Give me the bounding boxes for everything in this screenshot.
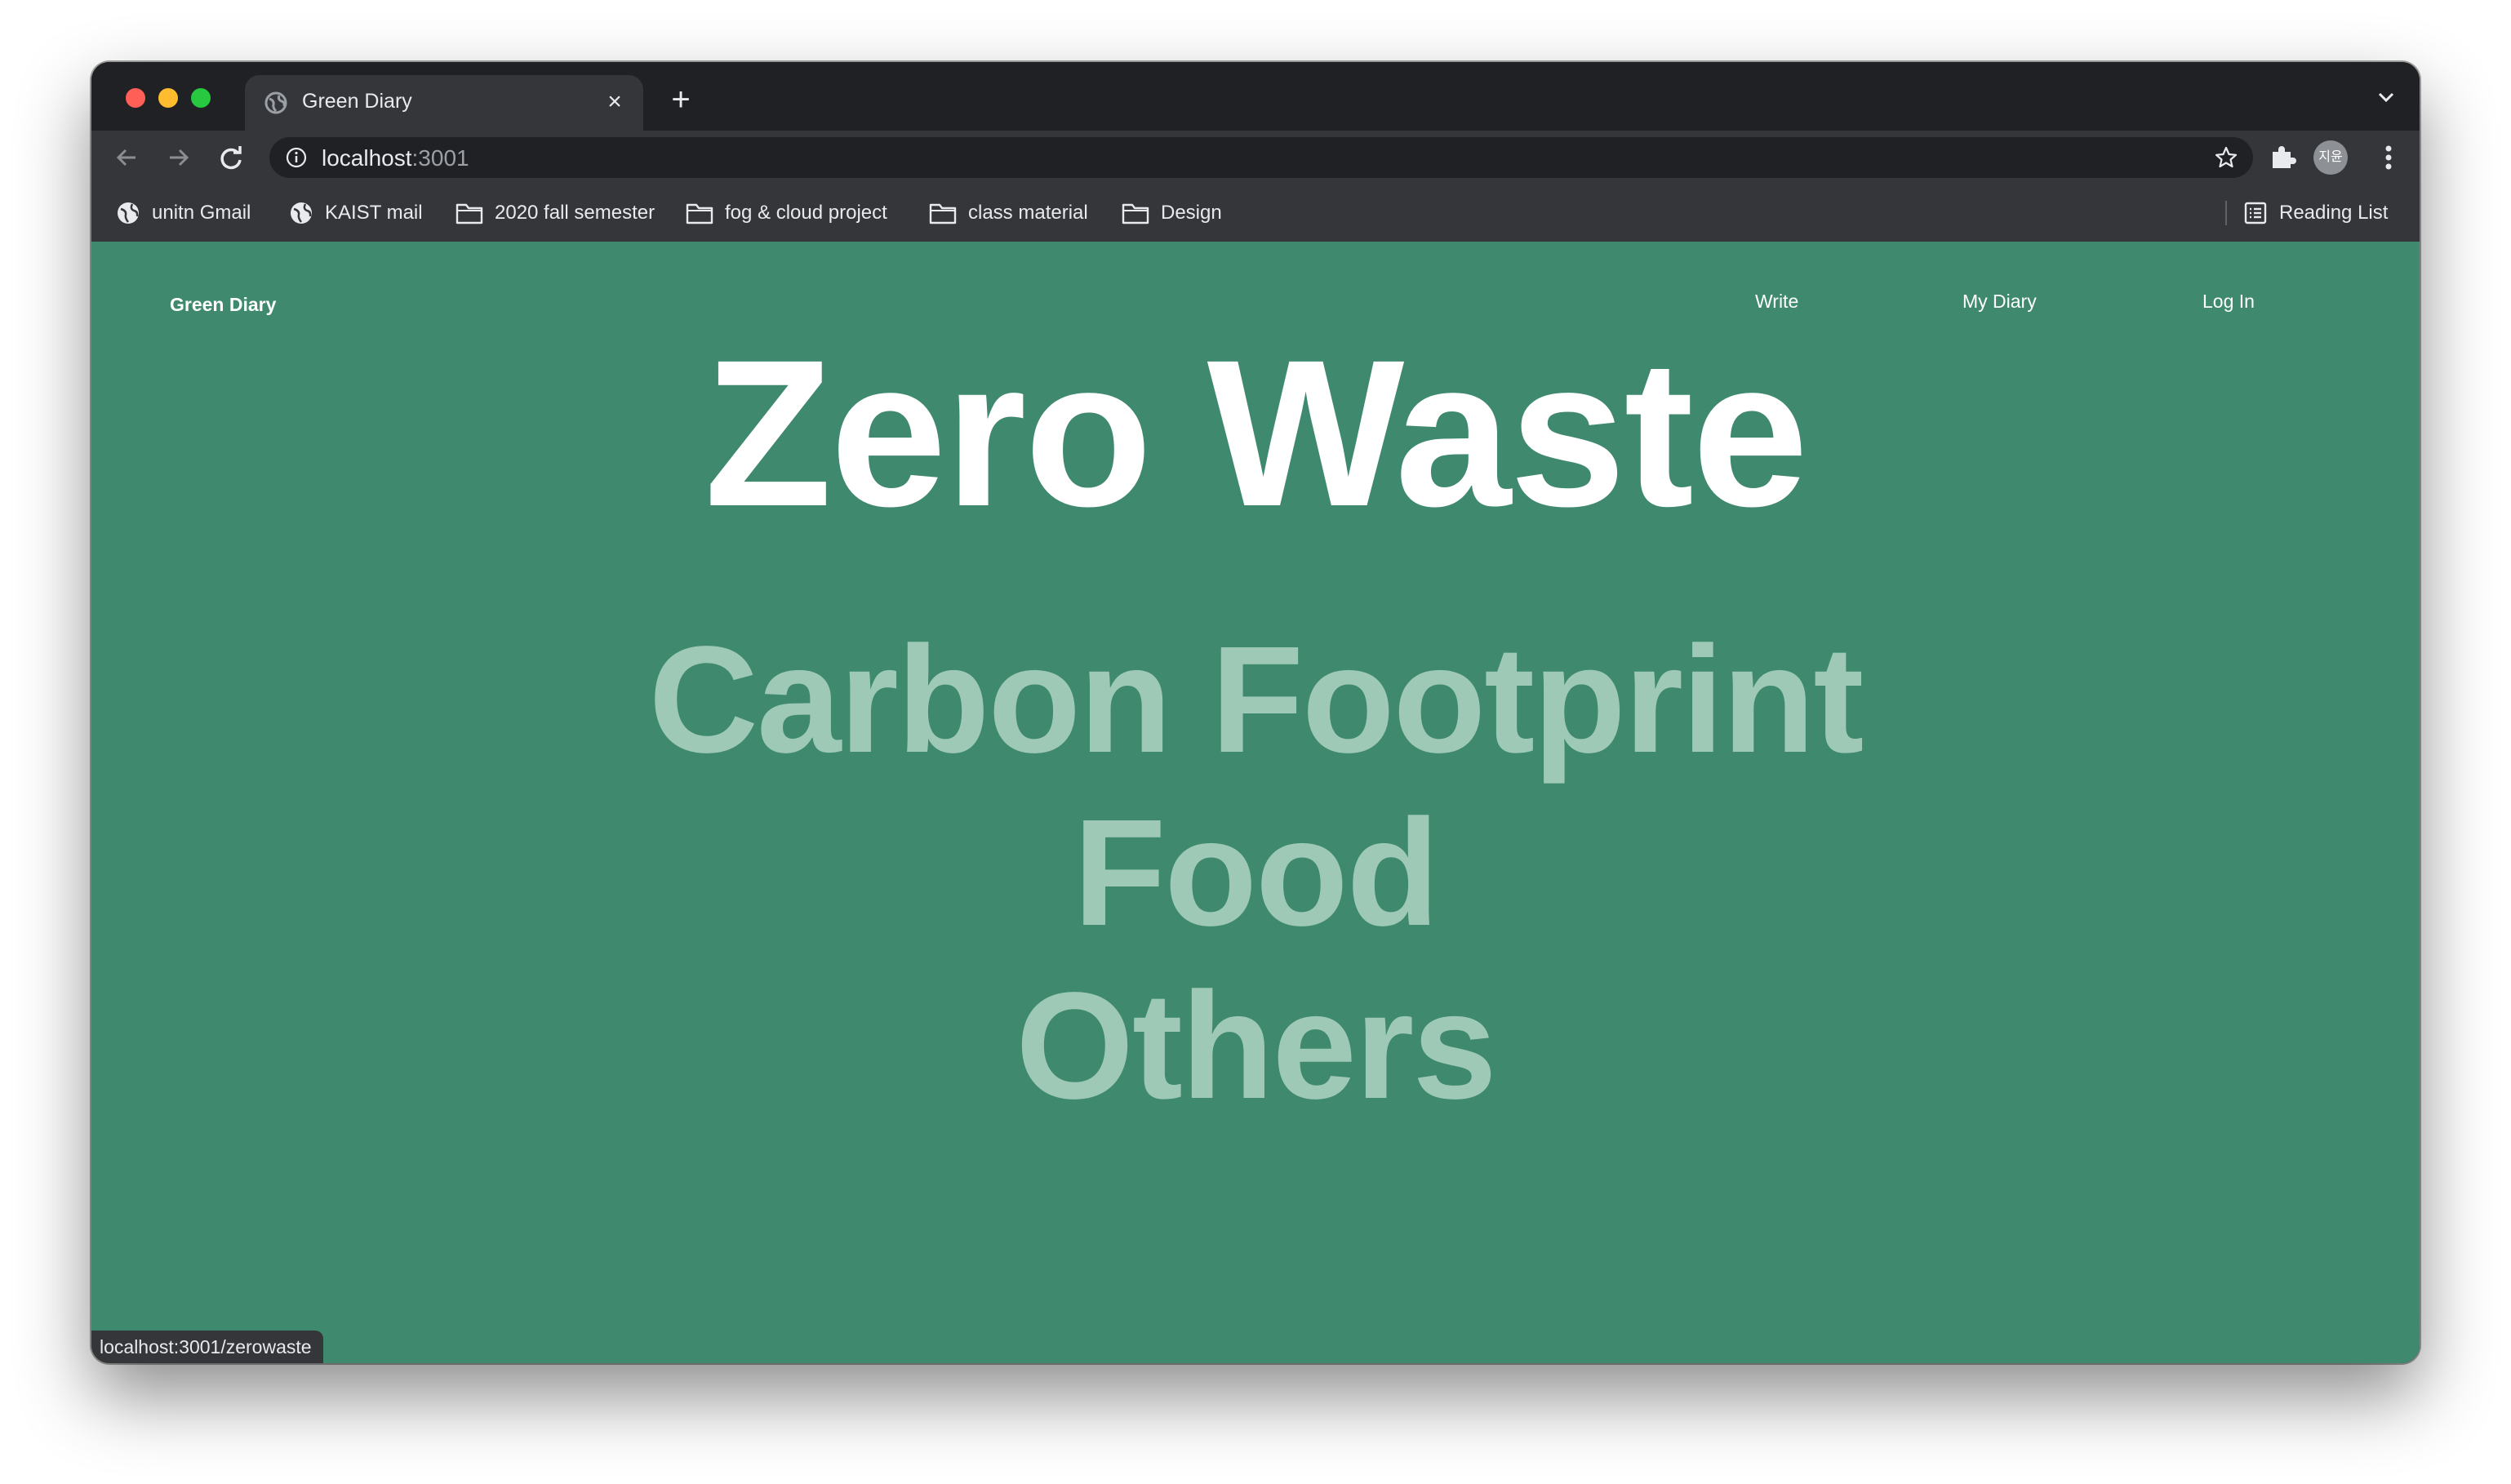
bookmark-folder-class-material[interactable]: class material: [929, 199, 1088, 227]
globe-icon: [118, 202, 139, 224]
bookmark-kaist-mail[interactable]: KAIST mail: [289, 199, 423, 227]
bookmark-label: fog & cloud project: [725, 202, 887, 224]
minimize-window-button[interactable]: [158, 88, 178, 108]
bookmark-label: 2020 fall semester: [495, 202, 656, 224]
profile-avatar[interactable]: 지윤: [2313, 140, 2348, 175]
page-content: Green Diary Write My Diary Log In Zero W…: [91, 242, 2420, 1363]
bookmark-label: KAIST mail: [325, 202, 423, 224]
category-food-link[interactable]: Food: [91, 787, 2420, 960]
folder-icon: [686, 203, 713, 224]
reading-list-label: Reading List: [2279, 202, 2389, 224]
category-others-link[interactable]: Others: [91, 960, 2420, 1133]
bookmarks-bar: unitn Gmail KAIST mail 2020 fall semeste…: [91, 184, 2420, 242]
bookmark-label: class material: [968, 202, 1088, 224]
nav-write-link[interactable]: Write: [1755, 291, 1798, 313]
bookmark-folder-2020-fall-semester[interactable]: 2020 fall semester: [456, 199, 655, 227]
more-vertical-icon[interactable]: [2374, 142, 2403, 173]
nav-log-in-link[interactable]: Log In: [2202, 291, 2255, 313]
tab-strip: Green Diary × +: [91, 62, 2420, 131]
bookmark-label: Design: [1161, 202, 1222, 224]
url-text: localhost:3001: [322, 145, 469, 171]
link-status-bubble: localhost:3001/zerowaste: [91, 1331, 323, 1363]
bookmark-folder-design[interactable]: Design: [1122, 199, 1222, 227]
reading-list-icon: [2244, 202, 2267, 224]
nav-my-diary-link[interactable]: My Diary: [1962, 291, 2037, 313]
folder-icon: [1122, 203, 1149, 224]
globe-icon: [291, 202, 312, 224]
new-tab-button[interactable]: +: [663, 82, 699, 118]
back-arrow-icon[interactable]: [111, 142, 142, 173]
reading-list-button[interactable]: Reading List: [2243, 199, 2388, 227]
url-port: :3001: [411, 145, 469, 171]
category-zero-waste-link[interactable]: Zero Waste: [91, 323, 2420, 544]
tab-title: Green Diary: [302, 90, 412, 113]
info-icon[interactable]: [286, 147, 307, 168]
browser-toolbar: localhost:3001 지윤: [91, 131, 2420, 184]
category-carbon-footprint-link[interactable]: Carbon Footprint: [91, 614, 2420, 787]
extensions-puzzle-icon[interactable]: [2268, 142, 2297, 171]
bookmarks-separator: [2225, 201, 2227, 225]
folder-icon: [456, 203, 483, 224]
close-window-button[interactable]: [126, 88, 145, 108]
site-logo[interactable]: Green Diary: [170, 294, 276, 316]
forward-arrow-icon[interactable]: [163, 142, 194, 173]
browser-window: Green Diary × + localhost:3001 지윤 unitn …: [91, 62, 2420, 1363]
url-host: localhost: [322, 145, 412, 171]
maximize-window-button[interactable]: [191, 88, 211, 108]
tab-green-diary[interactable]: Green Diary ×: [245, 75, 643, 131]
bookmark-unitn-gmail[interactable]: unitn Gmail: [116, 199, 251, 227]
globe-icon: [264, 91, 287, 114]
folder-icon: [929, 203, 957, 224]
bookmark-label: unitn Gmail: [152, 202, 251, 224]
chevron-down-icon[interactable]: [2374, 85, 2398, 109]
bookmark-star-icon[interactable]: [2214, 145, 2238, 170]
reload-icon[interactable]: [216, 142, 247, 173]
address-bar[interactable]: localhost:3001: [269, 137, 2253, 178]
tab-close-icon[interactable]: ×: [601, 88, 629, 116]
bookmark-folder-fog-cloud-project[interactable]: fog & cloud project: [686, 199, 887, 227]
